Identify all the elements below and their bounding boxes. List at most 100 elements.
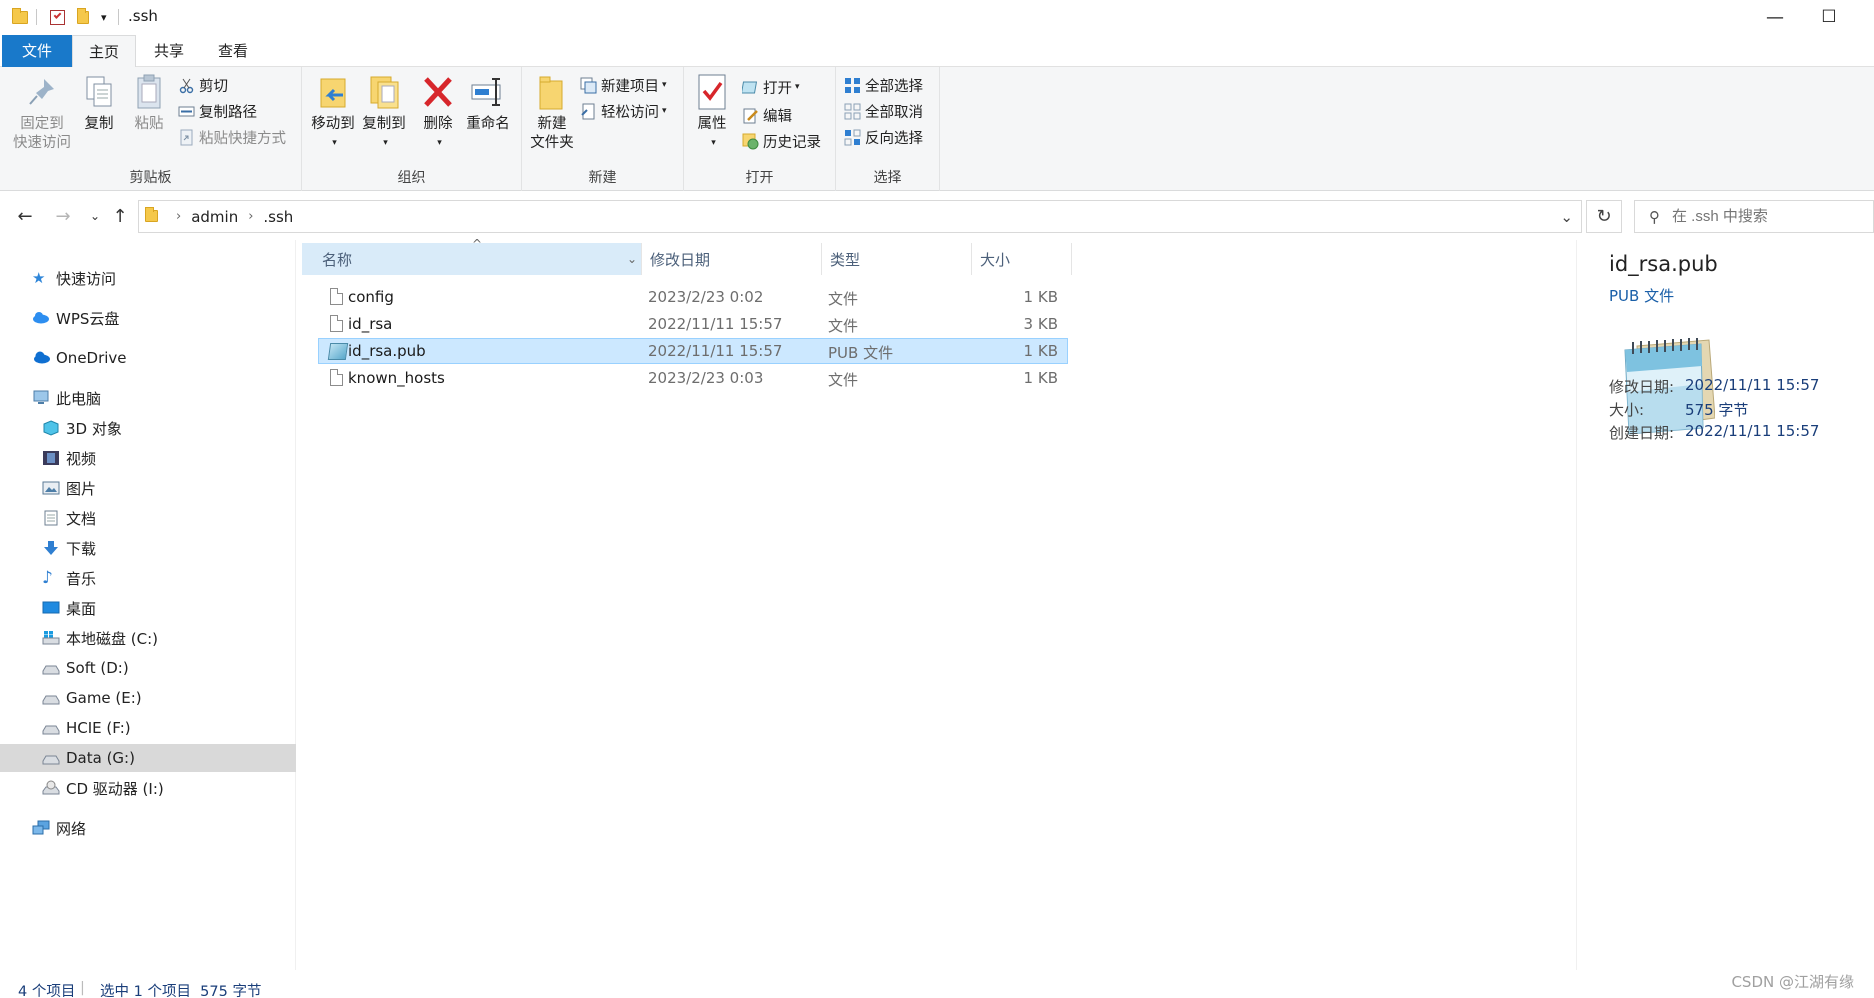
nav-label: WPS云盘 xyxy=(56,309,120,328)
up-button[interactable]: ↑ xyxy=(107,203,133,229)
history-button[interactable]: 历史记录 xyxy=(742,130,821,152)
rename-label: 重命名 xyxy=(466,116,510,132)
pin-label-line2: 快速访问 xyxy=(13,135,71,151)
search-box[interactable]: ⚲ xyxy=(1634,200,1874,233)
tab-home[interactable]: 主页 xyxy=(72,35,137,68)
column-header-type[interactable]: 类型 xyxy=(822,243,972,275)
nav-this-pc[interactable]: 此电脑 xyxy=(0,384,296,412)
drive-icon xyxy=(42,660,60,676)
tab-file[interactable]: 文件 xyxy=(2,35,72,67)
paste-shortcut-button[interactable]: 粘贴快捷方式 xyxy=(178,126,286,148)
easy-access-button[interactable]: 轻松访问 ▾ xyxy=(580,100,667,122)
column-header-size[interactable]: 大小 xyxy=(972,243,1072,275)
nav-cd-drive[interactable]: CD 驱动器 (I:) xyxy=(0,774,296,802)
copy-button[interactable]: 复制 xyxy=(78,73,120,134)
nav-label: 本地磁盘 (C:) xyxy=(66,629,158,648)
rename-button[interactable]: 重命名 xyxy=(462,73,514,134)
address-dropdown-icon[interactable]: ⌄ xyxy=(1560,208,1573,226)
properties-quick-icon[interactable] xyxy=(50,8,65,26)
select-none-button[interactable]: 全部取消 xyxy=(844,100,923,122)
tab-share[interactable]: 共享 xyxy=(138,35,200,67)
title-bar: ▾ .ssh — ☐ xyxy=(0,0,1874,34)
nav-desktop[interactable]: 桌面 xyxy=(0,594,296,622)
onedrive-cloud-icon xyxy=(32,350,50,366)
maximize-button[interactable]: ☐ xyxy=(1806,0,1852,34)
breadcrumb-separator: › xyxy=(248,209,254,224)
column-size-label: 大小 xyxy=(980,250,1011,269)
status-separator: | xyxy=(80,980,85,996)
copy-path-button[interactable]: 复制路径 xyxy=(178,100,257,122)
tab-view[interactable]: 查看 xyxy=(202,35,264,67)
nav-label: 文档 xyxy=(66,509,97,528)
copy-to-button[interactable]: 复制到 ▾ xyxy=(358,73,410,153)
nav-wps-cloud[interactable]: WPS云盘 xyxy=(0,304,296,332)
nav-label: Game (E:) xyxy=(66,689,142,707)
pin-to-quick-access-button[interactable]: 固定到 快速访问 xyxy=(8,73,76,153)
column-header-name[interactable]: 名称 ^ ⌄ xyxy=(302,237,642,275)
file-name: config xyxy=(348,288,394,306)
details-modified-value: 2022/11/11 15:57 xyxy=(1685,376,1820,394)
nav-3d-objects[interactable]: 3D 对象 xyxy=(0,414,296,442)
open-button[interactable]: 打开 ▾ xyxy=(740,76,800,98)
file-row-known-hosts[interactable]: known_hosts 2023/2/23 0:03 文件 1 KB xyxy=(318,365,1068,391)
windows-drive-icon xyxy=(42,630,60,646)
nav-drive-g[interactable]: Data (G:) xyxy=(0,744,296,772)
organize-group-label: 组织 xyxy=(397,170,426,186)
file-date: 2022/11/11 15:57 xyxy=(648,342,783,360)
properties-button[interactable]: 属性 ▾ xyxy=(692,73,732,153)
file-date: 2023/2/23 0:03 xyxy=(648,369,764,387)
easy-access-dropdown-icon: ▾ xyxy=(662,106,667,116)
recent-locations-dropdown[interactable]: ⌄ xyxy=(82,203,108,229)
breadcrumb-ssh[interactable]: .ssh xyxy=(263,208,293,226)
clipboard-group: 固定到 快速访问 复制 粘贴 剪切 复制路径 粘贴快捷方式 剪贴板 xyxy=(0,67,302,191)
file-size: 1 KB xyxy=(1023,342,1058,360)
nav-drive-e[interactable]: Game (E:) xyxy=(0,684,296,712)
file-row-id-rsa-pub[interactable]: id_rsa.pub 2022/11/11 15:57 PUB 文件 1 KB xyxy=(318,338,1068,364)
clipboard-group-label: 剪贴板 xyxy=(129,170,172,186)
drive-icon xyxy=(42,690,60,706)
nav-label: Soft (D:) xyxy=(66,659,129,677)
nav-quick-access[interactable]: ★ 快速访问 xyxy=(0,264,296,292)
new-item-label: 新建项目 xyxy=(601,78,659,95)
nav-drive-d[interactable]: Soft (D:) xyxy=(0,654,296,682)
ribbon-tabs: 文件 主页 共享 查看 xyxy=(0,35,1874,68)
address-bar[interactable]: › admin › .ssh ⌄ xyxy=(138,200,1582,233)
back-button[interactable]: ← xyxy=(12,203,38,229)
move-to-button[interactable]: 移动到 ▾ xyxy=(308,73,358,153)
search-input[interactable] xyxy=(1672,208,1852,225)
nav-network[interactable]: 网络 xyxy=(0,814,296,842)
cube-icon xyxy=(42,420,60,436)
delete-button[interactable]: 删除 ▾ xyxy=(418,73,458,153)
paste-button[interactable]: 粘贴 xyxy=(128,73,170,134)
minimize-button[interactable]: — xyxy=(1752,0,1798,34)
column-header-date[interactable]: 修改日期 xyxy=(642,243,822,275)
nav-onedrive[interactable]: OneDrive xyxy=(0,344,296,372)
refresh-button[interactable]: ↻ xyxy=(1586,200,1622,233)
file-row-id-rsa[interactable]: id_rsa 2022/11/11 15:57 文件 3 KB xyxy=(318,311,1068,337)
nav-documents[interactable]: 文档 xyxy=(0,504,296,532)
edit-button[interactable]: 编辑 xyxy=(742,104,792,126)
copy-label: 复制 xyxy=(84,116,114,132)
new-folder-quick-icon[interactable] xyxy=(77,7,89,26)
nav-label: Data (G:) xyxy=(66,749,135,767)
film-icon xyxy=(42,450,60,466)
select-all-button[interactable]: 全部选择 xyxy=(844,74,923,96)
nav-label: 音乐 xyxy=(66,569,97,588)
new-item-button[interactable]: 新建项目 ▾ xyxy=(580,74,667,96)
invert-selection-button[interactable]: 反向选择 xyxy=(844,126,923,148)
customize-toolbar-icon[interactable]: ▾ xyxy=(101,8,107,26)
nav-downloads[interactable]: 下载 xyxy=(0,534,296,562)
nav-videos[interactable]: 视频 xyxy=(0,444,296,472)
file-row-config[interactable]: config 2023/2/23 0:02 文件 1 KB xyxy=(318,284,1068,310)
column-filter-dropdown-icon[interactable]: ⌄ xyxy=(627,252,637,266)
nav-label: 视频 xyxy=(66,449,97,468)
file-name: known_hosts xyxy=(348,369,445,387)
forward-button[interactable]: → xyxy=(50,203,76,229)
nav-pictures[interactable]: 图片 xyxy=(0,474,296,502)
nav-drive-c[interactable]: 本地磁盘 (C:) xyxy=(0,624,296,652)
nav-music[interactable]: ♪ 音乐 xyxy=(0,564,296,592)
new-folder-button[interactable]: 新建 文件夹 xyxy=(526,73,578,153)
breadcrumb-admin[interactable]: admin xyxy=(191,208,238,226)
cut-button[interactable]: 剪切 xyxy=(178,74,228,96)
nav-drive-f[interactable]: HCIE (F:) xyxy=(0,714,296,742)
